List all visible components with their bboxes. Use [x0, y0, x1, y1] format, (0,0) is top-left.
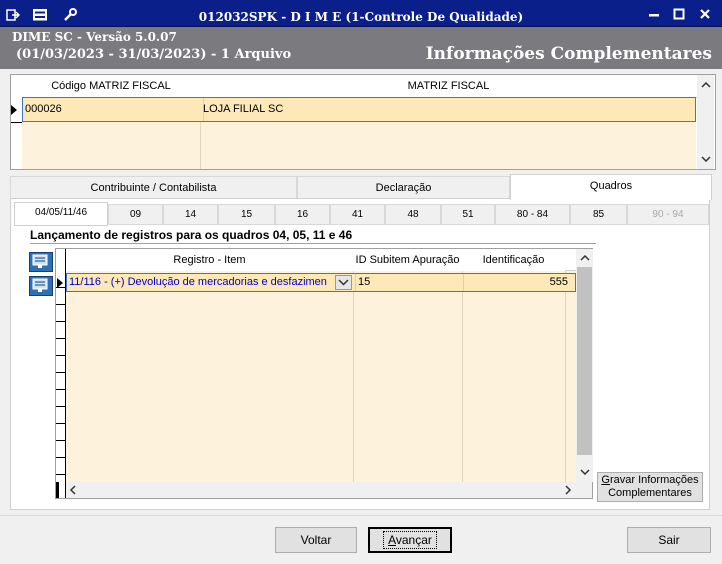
close-button[interactable] [696, 8, 714, 24]
subtab-15[interactable]: 15 [218, 204, 275, 225]
gravar-label-line2: Complementares [608, 487, 692, 499]
window-title: 012032SPK - D I M E (1-Controle De Quali… [198, 10, 524, 24]
section-heading: Informações Complementares [425, 44, 712, 64]
subtab-09[interactable]: 09 [108, 204, 163, 225]
matriz-fiscal-grid[interactable]: Código MATRIZ FISCAL MATRIZ FISCAL 00002… [10, 74, 716, 170]
dropdown-chevron-icon[interactable] [335, 275, 352, 290]
row-pointer-icon [11, 105, 17, 115]
vertical-scrollbar[interactable] [697, 75, 714, 169]
divider [30, 243, 596, 244]
subtab-90-94: 90 - 94 [627, 204, 709, 225]
quadros-grid[interactable]: Registro - Item ID Subitem Apuração Iden… [55, 248, 593, 499]
subtab-16[interactable]: 16 [275, 204, 330, 225]
table-row[interactable]: 000026 LOJA FILIAL SC [22, 97, 696, 122]
row-pointer-icon [57, 278, 63, 288]
section-title: Lançamento de registros para os quadros … [30, 228, 353, 242]
subtab-41[interactable]: 41 [330, 204, 385, 225]
title-bar: 012032SPK - D I M E (1-Controle De Quali… [0, 0, 722, 27]
subtab-51[interactable]: 51 [441, 204, 495, 225]
tab-contribuinte[interactable]: Contribuinte / Contabilista [10, 176, 297, 199]
scroll-down-icon[interactable] [576, 464, 593, 481]
scroll-down-icon[interactable] [697, 151, 714, 168]
column-header-id-subitem[interactable]: ID Subitem Apuração [353, 249, 463, 272]
gravar-informacoes-button[interactable]: Gravar Informações Complementares [597, 472, 703, 502]
scroll-right-icon[interactable] [562, 482, 574, 498]
vertical-scrollbar[interactable] [576, 249, 593, 482]
column-header-registro[interactable]: Registro - Item [66, 249, 354, 272]
registro-cell[interactable]: 11/116 - (+) Devolução de mercadorias e … [67, 274, 339, 291]
subtab-80-84[interactable]: 80 - 84 [495, 204, 570, 225]
column-header-identificacao[interactable]: Identificação [462, 249, 566, 272]
scroll-left-icon[interactable] [67, 482, 79, 498]
tab-quadros[interactable]: Quadros [510, 174, 712, 200]
id-subitem-cell[interactable]: 15 [355, 274, 464, 291]
table-row[interactable]: 11/116 - (+) Devolução de mercadorias e … [66, 273, 576, 292]
codigo-cell: 000026 [23, 98, 204, 121]
tab-declaracao[interactable]: Declaração [297, 176, 510, 199]
avancar-label: vançar [395, 533, 432, 547]
version-label: DIME SC - Versão 5.0.07 [12, 30, 177, 44]
grid-body [66, 271, 576, 482]
voltar-button[interactable]: Voltar [275, 527, 357, 553]
column-header-codigo[interactable]: Código MATRIZ FISCAL [22, 75, 201, 98]
gravar-label-line1: ravar Informações [609, 474, 699, 486]
sair-button[interactable]: Sair [627, 527, 711, 553]
scroll-thumb[interactable] [577, 267, 592, 455]
scroll-up-icon[interactable] [697, 77, 714, 94]
horizontal-scrollbar[interactable] [66, 482, 576, 498]
empty-row-area [22, 122, 696, 169]
edit-record-icon[interactable] [29, 276, 53, 296]
subtab-04-05-11-46[interactable]: 04/05/11/46 [14, 202, 108, 226]
maximize-button[interactable] [670, 8, 688, 24]
subtab-85[interactable]: 85 [570, 204, 627, 225]
add-record-icon[interactable] [29, 252, 53, 272]
minimize-button[interactable] [645, 8, 663, 24]
avancar-button[interactable]: Avançar [368, 527, 452, 553]
period-label: (01/03/2023 - 31/03/2023) - 1 Arquivo [16, 47, 292, 62]
column-header-matriz[interactable]: MATRIZ FISCAL [200, 75, 698, 98]
identificacao-cell[interactable]: 555 [463, 274, 572, 291]
subtab-14[interactable]: 14 [163, 204, 218, 225]
subtab-48[interactable]: 48 [385, 204, 441, 225]
scroll-up-icon[interactable] [576, 250, 593, 267]
header-band: DIME SC - Versão 5.0.07 (01/03/2023 - 31… [0, 27, 722, 69]
matriz-cell: LOJA FILIAL SC [203, 103, 284, 115]
